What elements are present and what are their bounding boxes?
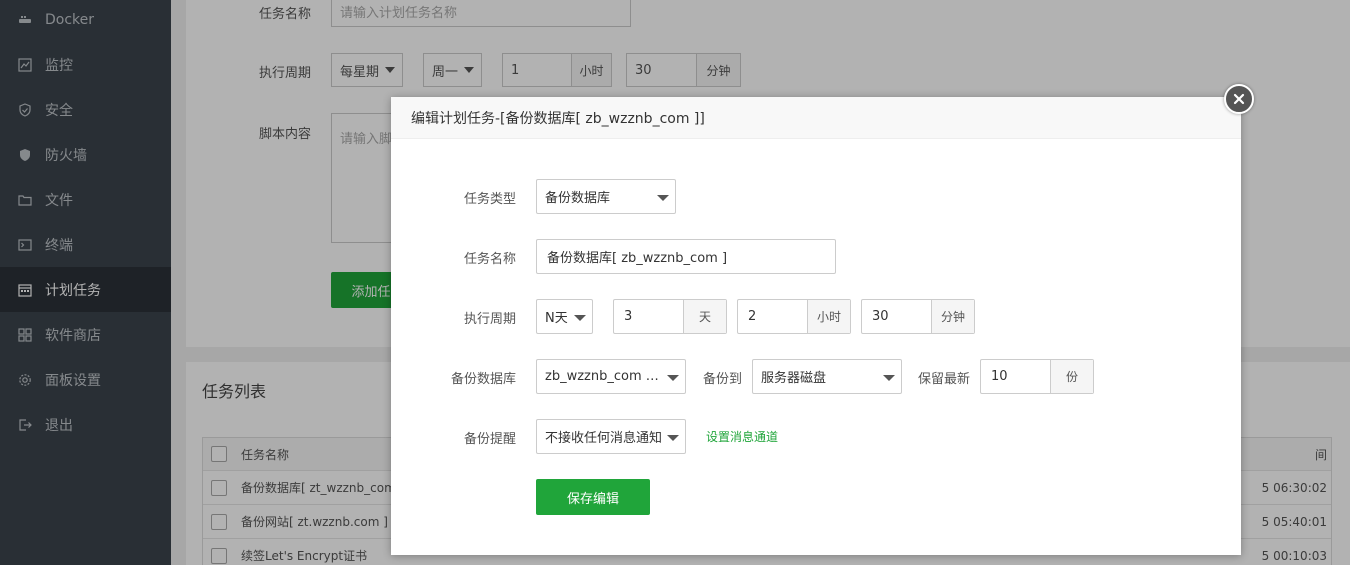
task-name-input[interactable]: 备份数据库[ zb_wzznb_com ] <box>536 239 836 274</box>
edit-task-dialog: 编辑计划任务-[备份数据库[ zb_wzznb_com ]] 任务类型 备份数据… <box>391 97 1241 555</box>
minutes-input[interactable]: 30 分钟 <box>861 299 975 334</box>
backup-to-value: 服务器磁盘 <box>761 371 827 386</box>
hours-unit: 小时 <box>807 300 850 333</box>
task-name-label: 任务名称 <box>463 252 516 267</box>
chevron-down-icon <box>574 315 586 321</box>
days-value: 3 <box>624 309 633 324</box>
keep-latest-input[interactable]: 10 份 <box>980 359 1094 394</box>
days-input[interactable]: 3 天 <box>613 299 727 334</box>
save-edit-button[interactable]: 保存编辑 <box>536 479 650 515</box>
chevron-down-icon <box>667 375 679 381</box>
period-type-value: N天 <box>545 311 568 326</box>
close-icon <box>1233 93 1245 105</box>
backup-db-label: 备份数据库 <box>450 372 516 387</box>
backup-db-value: zb_wzznb_com [ zb_wzznb_com ] <box>545 369 663 384</box>
keep-latest-label: 保留最新 <box>917 372 970 387</box>
keep-latest-value: 10 <box>991 369 1008 384</box>
days-unit: 天 <box>683 300 726 333</box>
period-type-select[interactable]: N天 <box>536 299 593 334</box>
hours-value: 2 <box>748 309 757 324</box>
task-type-label: 任务类型 <box>463 192 516 207</box>
notify-channel-link[interactable]: 设置消息通道 <box>706 428 778 445</box>
backup-to-select[interactable]: 服务器磁盘 <box>752 359 902 394</box>
task-type-select[interactable]: 备份数据库 <box>536 179 676 214</box>
chevron-down-icon <box>883 375 895 381</box>
notify-value: 不接收任何消息通知 <box>545 431 663 446</box>
notify-label: 备份提醒 <box>463 432 516 447</box>
task-type-value: 备份数据库 <box>545 191 611 206</box>
close-dialog-button[interactable] <box>1224 84 1254 114</box>
keep-latest-unit: 份 <box>1050 360 1093 393</box>
backup-db-select[interactable]: zb_wzznb_com [ zb_wzznb_com ] <box>536 359 686 394</box>
minutes-value: 30 <box>872 309 889 324</box>
hours-input[interactable]: 2 小时 <box>737 299 851 334</box>
backup-to-label: 备份到 <box>702 372 742 387</box>
dialog-title: 编辑计划任务-[备份数据库[ zb_wzznb_com ]] <box>391 97 1241 139</box>
chevron-down-icon <box>667 435 679 441</box>
notify-select[interactable]: 不接收任何消息通知 <box>536 419 686 454</box>
minutes-unit: 分钟 <box>931 300 974 333</box>
chevron-down-icon <box>657 195 669 201</box>
period-label: 执行周期 <box>463 312 516 327</box>
